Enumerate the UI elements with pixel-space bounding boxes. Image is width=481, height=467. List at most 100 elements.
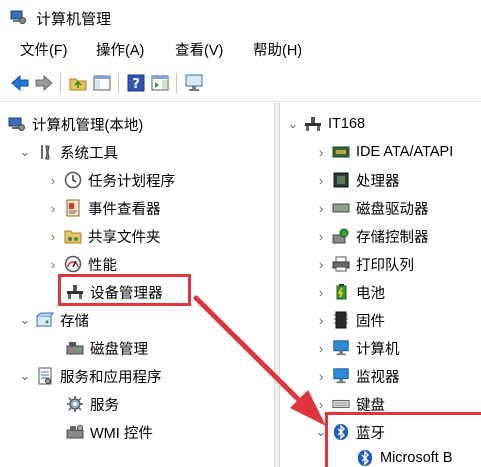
device-category-keyboards[interactable]: › 键盘: [314, 392, 385, 416]
tree-root-computer-management[interactable]: 计算机管理(本地): [8, 112, 143, 136]
chevron-right-icon[interactable]: ›: [46, 201, 60, 216]
action-pane-icon[interactable]: [150, 73, 170, 93]
tree-item-system-tools[interactable]: ⌄ 系统工具: [18, 140, 118, 164]
device-category-bluetooth[interactable]: ⌄ 蓝牙: [314, 420, 385, 444]
device-manager-icon: [66, 283, 84, 301]
menu-view[interactable]: 查看(V): [175, 39, 223, 60]
device-category-print-queues[interactable]: › 打印队列: [314, 252, 414, 276]
chevron-right-icon[interactable]: ›: [314, 201, 328, 216]
event-log-icon: [64, 199, 82, 217]
firmware-icon: [332, 311, 350, 329]
monitor-icon[interactable]: [184, 73, 204, 93]
help-icon[interactable]: ?: [126, 73, 146, 93]
chevron-right-icon[interactable]: ›: [314, 229, 328, 244]
battery-icon: [332, 283, 350, 301]
title-bar: 计算机管理: [0, 0, 481, 34]
storage-controller-icon: [332, 227, 350, 245]
menu-action[interactable]: 操作(A): [96, 39, 144, 60]
performance-icon: [64, 255, 82, 273]
disk-management-icon: [66, 339, 84, 357]
tree-label: 设备管理器: [90, 285, 163, 302]
toolbar-separator: [118, 73, 119, 93]
tree-label: 固件: [356, 313, 385, 330]
ide-controller-icon: [332, 143, 350, 161]
computer-management-icon: [10, 9, 26, 25]
tree-item-disk-management[interactable]: 磁盘管理: [62, 336, 148, 360]
tree-item-event-viewer[interactable]: › 事件查看器: [46, 196, 161, 220]
toolbar-separator: [176, 73, 177, 93]
tree-label: 存储: [60, 313, 89, 330]
tree-label: 键盘: [356, 397, 385, 414]
menu-help[interactable]: 帮助(H): [253, 39, 302, 60]
chevron-down-icon[interactable]: ⌄: [18, 312, 32, 327]
device-tree: ⌄ IT168 › IDE ATA/ATAPI › 处理器 › 磁盘驱动器 › …: [280, 103, 481, 467]
tree-label: 任务计划程序: [88, 173, 175, 190]
chevron-right-icon[interactable]: ›: [46, 229, 60, 244]
computer-monitor-icon: [332, 339, 350, 357]
tree-label: 处理器: [356, 173, 400, 190]
menu-bar: 文件(F) 操作(A) 查看(V) 帮助(H): [0, 36, 481, 62]
device-category-firmware[interactable]: › 固件: [314, 308, 385, 332]
wmi-icon: [66, 423, 84, 441]
device-category-ide[interactable]: › IDE ATA/ATAPI: [314, 140, 453, 164]
chevron-down-icon[interactable]: ⌄: [18, 144, 32, 159]
shared-folder-icon: [64, 227, 82, 245]
device-category-computer[interactable]: › 计算机: [314, 336, 400, 360]
tree-label: 蓝牙: [356, 425, 385, 442]
tree-item-services-and-apps[interactable]: ⌄ 服务和应用程序: [18, 364, 162, 388]
chevron-right-icon[interactable]: ›: [46, 257, 60, 272]
device-item-microsoft-bluetooth[interactable]: Microsoft B: [352, 446, 453, 467]
toolbar: ?: [0, 64, 481, 102]
bluetooth-icon: [356, 449, 374, 467]
monitor-icon: [332, 367, 350, 385]
navigation-tree: 计算机管理(本地) ⌄ 系统工具 › 任务计划程序 › 事件查看器 › 共享文件…: [0, 103, 274, 467]
up-folder-icon[interactable]: [68, 73, 88, 93]
chevron-right-icon[interactable]: ›: [314, 341, 328, 356]
tree-item-shared-folders[interactable]: › 共享文件夹: [46, 224, 161, 248]
tree-label: 计算机: [356, 341, 400, 358]
svg-text:?: ?: [132, 77, 140, 92]
chevron-right-icon[interactable]: ›: [314, 313, 328, 328]
chevron-right-icon[interactable]: ›: [314, 145, 328, 160]
tree-item-storage[interactable]: ⌄ 存储: [18, 308, 89, 332]
device-category-processors[interactable]: › 处理器: [314, 168, 400, 192]
chevron-right-icon[interactable]: ›: [314, 397, 328, 412]
tree-label: 监视器: [356, 369, 400, 386]
chevron-down-icon[interactable]: ⌄: [286, 116, 300, 131]
chevron-right-icon[interactable]: ›: [314, 285, 328, 300]
tree-label: 打印队列: [356, 257, 414, 274]
tree-item-performance[interactable]: › 性能: [46, 252, 117, 276]
tree-label: 事件查看器: [88, 201, 161, 218]
device-category-disk-drives[interactable]: › 磁盘驱动器: [314, 196, 429, 220]
forward-arrow-icon[interactable]: [34, 73, 54, 93]
tree-label: 共享文件夹: [88, 229, 161, 246]
computer-icon: [304, 115, 322, 133]
computer-management-icon: [8, 115, 26, 133]
chevron-down-icon[interactable]: ⌄: [18, 368, 32, 383]
printer-icon: [332, 255, 350, 273]
tree-label: Microsoft B: [380, 450, 453, 466]
chevron-right-icon[interactable]: ›: [46, 173, 60, 188]
tree-label: WMI 控件: [90, 425, 153, 442]
chevron-right-icon[interactable]: ›: [314, 257, 328, 272]
tree-label: 磁盘驱动器: [356, 201, 429, 218]
chevron-right-icon[interactable]: ›: [314, 369, 328, 384]
device-category-monitors[interactable]: › 监视器: [314, 364, 400, 388]
toolbar-separator: [60, 73, 61, 93]
tree-item-services[interactable]: 服务: [62, 392, 119, 416]
keyboard-icon: [332, 395, 350, 413]
show-hide-tree-icon[interactable]: [92, 73, 112, 93]
clock-icon: [64, 171, 82, 189]
tree-item-wmi-control[interactable]: WMI 控件: [62, 420, 153, 444]
menu-file[interactable]: 文件(F): [20, 39, 68, 60]
device-category-batteries[interactable]: › 电池: [314, 280, 385, 304]
device-category-storage-controllers[interactable]: › 存储控制器: [314, 224, 429, 248]
tree-item-device-manager[interactable]: 设备管理器: [62, 280, 163, 304]
tree-item-task-scheduler[interactable]: › 任务计划程序: [46, 168, 175, 192]
chevron-down-icon[interactable]: ⌄: [314, 424, 328, 439]
bluetooth-icon: [332, 423, 350, 441]
device-tree-root[interactable]: ⌄ IT168: [286, 112, 366, 136]
chevron-right-icon[interactable]: ›: [314, 173, 328, 188]
back-arrow-icon[interactable]: [10, 73, 30, 93]
processor-icon: [332, 171, 350, 189]
